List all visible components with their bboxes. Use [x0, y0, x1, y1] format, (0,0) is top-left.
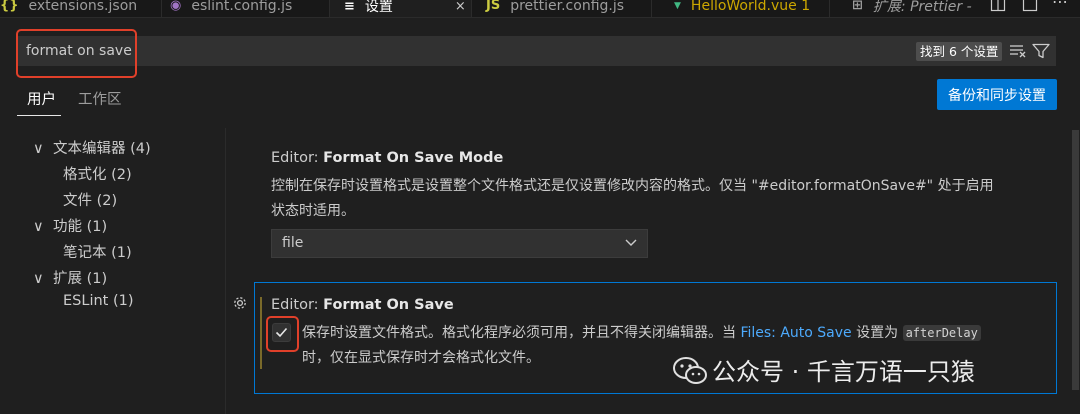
- split-editor-icon[interactable]: [990, 0, 1006, 12]
- close-icon[interactable]: ×: [455, 0, 466, 14]
- toc-item-eslint[interactable]: ESLint (1): [63, 293, 134, 309]
- js-file-icon: JS: [486, 0, 501, 13]
- vue-file-icon: ▼: [674, 0, 681, 11]
- extension-icon: ⊞: [852, 0, 863, 13]
- description-line: 保存时设置文件格式。格式化程序必须可用，并且不得关闭编辑器。当 Files: A…: [302, 321, 1042, 346]
- files-auto-save-link[interactable]: Files: Auto Save: [740, 325, 851, 341]
- checkmark-icon: [275, 327, 288, 338]
- tab-label: HelloWorld.vue 1: [690, 0, 811, 14]
- tab-user[interactable]: 用户: [27, 88, 56, 109]
- tab-eslint-config[interactable]: ◉ eslint.config.js: [162, 0, 330, 17]
- tab-settings[interactable]: ≡ 设置 ×: [330, 0, 472, 17]
- setting-title-format-on-save-mode: Editor: Format On Save Mode: [271, 150, 503, 166]
- gear-icon[interactable]: [232, 295, 248, 311]
- toc-label: 功能 (1): [53, 219, 108, 235]
- chevron-down-icon: ∨: [33, 219, 44, 235]
- inline-code: afterDelay: [902, 325, 981, 341]
- scrollbar-thumb[interactable]: [1072, 130, 1079, 390]
- tab-helloworld-vue[interactable]: ▼ HelloWorld.vue 1: [652, 0, 830, 17]
- chevron-down-icon: [625, 239, 637, 246]
- tab-extension-prettier[interactable]: ⊞ 扩展: Prettier -: [830, 0, 980, 17]
- tab-label: 扩展: Prettier -: [872, 0, 972, 15]
- tab-extensions-json[interactable]: {} extensions.json: [0, 0, 162, 17]
- toc-item-notebook[interactable]: 笔记本 (1): [63, 241, 132, 262]
- toc-item-features[interactable]: ∨ 功能 (1): [33, 215, 107, 236]
- tab-prettier-config[interactable]: JS prettier.config.js: [472, 0, 652, 17]
- chevron-down-icon: ∨: [33, 271, 44, 287]
- toc-label: ESLint (1): [63, 293, 134, 309]
- setting-title-format-on-save: Editor: Format On Save: [271, 297, 454, 313]
- setting-category: Editor:: [271, 150, 324, 166]
- wechat-logo-icon: [673, 357, 707, 384]
- setting-name: Format On Save Mode: [323, 150, 504, 166]
- more-actions-icon[interactable]: [1022, 0, 1038, 12]
- toc-label: 文本编辑器 (4): [53, 141, 151, 157]
- select-value: file: [282, 235, 304, 251]
- filter-icon[interactable]: [1032, 43, 1050, 59]
- format-on-save-mode-select[interactable]: file: [271, 229, 648, 258]
- toc-divider: [225, 128, 226, 414]
- tab-user-underline: [17, 115, 61, 116]
- backup-sync-button[interactable]: 备份和同步设置: [937, 79, 1057, 110]
- chevron-down-icon: ∨: [33, 141, 44, 157]
- search-result-count: 找到 6 个设置: [916, 42, 1003, 61]
- description-line: 控制在保存时设置格式是设置整个文件格式还是仅设置修改内容的格式。仅当 "#edi…: [271, 178, 994, 194]
- toc-item-extensions[interactable]: ∨ 扩展 (1): [33, 267, 107, 288]
- description-line: 状态时适用。: [271, 203, 355, 219]
- ellipsis-icon[interactable]: ⋯: [1052, 0, 1068, 11]
- description-text: 设置为: [851, 325, 903, 341]
- editor-tab-bar: {} extensions.json ◉ eslint.config.js ≡ …: [0, 0, 1080, 18]
- description-text: 保存时设置文件格式。格式化程序必须可用，并且不得关闭编辑器。当: [302, 325, 741, 341]
- toc-label: 笔记本 (1): [63, 245, 132, 261]
- tab-workspace[interactable]: 工作区: [78, 88, 122, 109]
- settings-search-bar: [16, 36, 1056, 66]
- toc-label: 格式化 (2): [63, 167, 132, 183]
- search-input[interactable]: [26, 36, 626, 66]
- toc-item-formatting[interactable]: 格式化 (2): [63, 163, 132, 184]
- watermark-text: 公众号 · 千言万语一只猿: [712, 358, 975, 386]
- modified-indicator: [260, 297, 262, 369]
- format-on-save-checkbox[interactable]: [272, 323, 291, 342]
- eslint-file-icon: ◉: [170, 0, 182, 13]
- settings-file-icon: ≡: [344, 0, 355, 14]
- toc-item-text-editor[interactable]: ∨ 文本编辑器 (4): [33, 137, 151, 158]
- setting-category: Editor:: [271, 297, 324, 313]
- json-file-icon: {}: [0, 0, 19, 13]
- clear-filter-icon[interactable]: [1009, 43, 1027, 59]
- toc-item-files[interactable]: 文件 (2): [63, 189, 117, 210]
- setting-name: Format On Save: [323, 297, 454, 313]
- tab-label: eslint.config.js: [191, 0, 293, 14]
- tab-label: extensions.json: [28, 0, 138, 14]
- setting-description: 控制在保存时设置格式是设置整个文件格式还是仅设置修改内容的格式。仅当 "#edi…: [271, 174, 1051, 224]
- tab-label: 设置: [364, 0, 393, 15]
- toc-label: 文件 (2): [63, 193, 118, 209]
- tab-label: prettier.config.js: [510, 0, 625, 14]
- toc-label: 扩展 (1): [53, 271, 108, 287]
